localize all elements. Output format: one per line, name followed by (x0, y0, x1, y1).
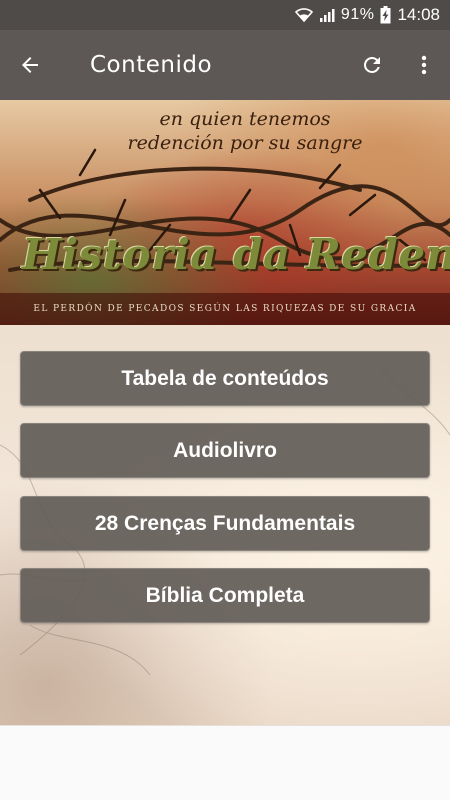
back-arrow-icon[interactable] (0, 30, 60, 100)
battery-percent: 91% (340, 6, 375, 23)
banner-caption: EL PERDÓN DE PECADOS SEGÚN LAS RIQUEZAS … (0, 293, 450, 325)
menu-button-label: Bíblia Completa (145, 583, 305, 607)
banner-title: Historia da Redenção (22, 230, 450, 279)
menu-button-label: Tabela de conteúdos (121, 366, 329, 390)
more-vert-icon[interactable] (398, 30, 450, 100)
signal-icon (319, 7, 335, 23)
battery-charging-icon (380, 6, 391, 24)
fundamental-beliefs-button[interactable]: 28 Crenças Fundamentais (20, 496, 430, 551)
bottom-blank-area (0, 725, 450, 800)
audiobook-button[interactable]: Audiolivro (20, 423, 430, 478)
clock: 14:08 (397, 5, 440, 24)
menu-button-label: 28 Crenças Fundamentais (94, 511, 356, 535)
header-banner-image: en quien tenemos redención por su sangre… (0, 100, 450, 325)
banner-tagline-2: redención por su sangre (127, 132, 363, 154)
menu-button-label: Audiolivro (173, 438, 277, 462)
status-bar: 91% 14:08 (0, 0, 450, 30)
complete-bible-button[interactable]: Bíblia Completa (20, 568, 430, 623)
app-bar: Contenido (0, 30, 450, 100)
refresh-icon[interactable] (346, 30, 398, 100)
banner-tagline-1: en quien tenemos (159, 108, 331, 130)
page-title: Contenido (90, 52, 213, 78)
wifi-icon (294, 7, 313, 23)
table-of-contents-button[interactable]: Tabela de conteúdos (20, 351, 430, 406)
menu-area: Tabela de conteúdos Audiolivro 28 Crença… (0, 325, 450, 725)
